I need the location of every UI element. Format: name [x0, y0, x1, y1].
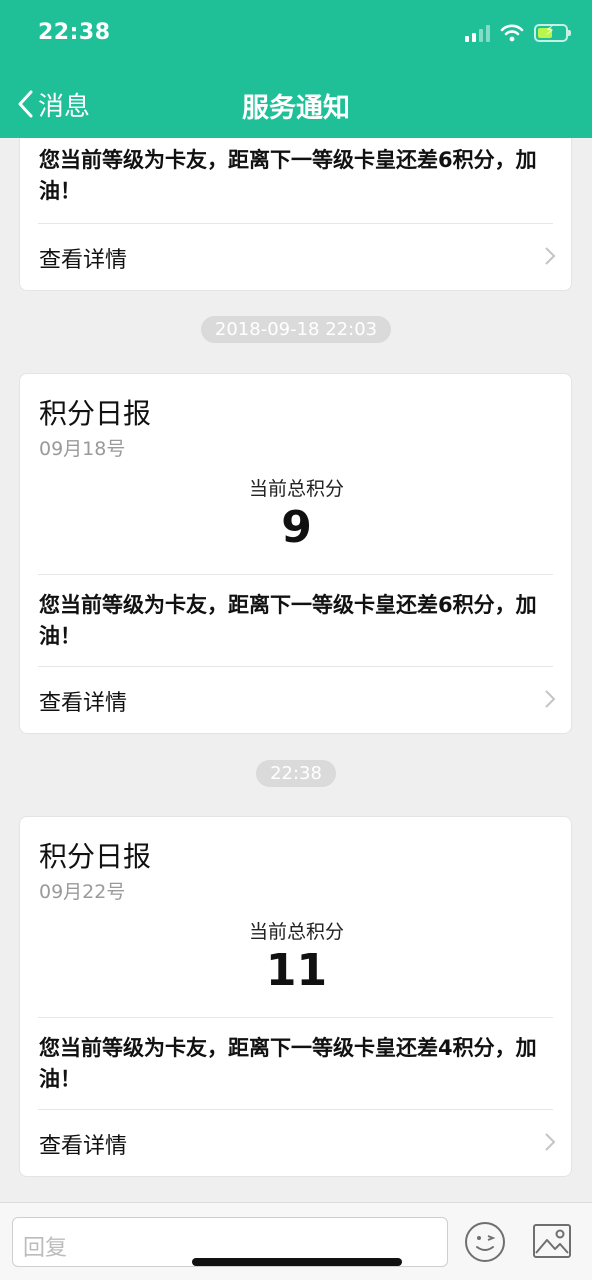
page-title: 服务通知 — [242, 93, 350, 124]
card-divider — [38, 574, 553, 575]
message-feed[interactable]: 您当前等级为卡友，距离下一等级卡皇还差6积分，加油！ 查看详情 2018-09-… — [0, 0, 592, 1202]
points-label: 当前总积分 — [248, 478, 344, 500]
points-label: 当前总积分 — [248, 921, 344, 943]
status-icons: ⚡ — [465, 23, 571, 42]
card-title: 积分日报 — [39, 840, 152, 873]
image-icon[interactable] — [532, 1223, 572, 1259]
cellular-signal-icon — [465, 24, 490, 42]
charging-bolt-icon: ⚡ — [545, 23, 555, 39]
timestamp-text: 2018-09-18 22:03 — [200, 316, 392, 343]
timestamp-text: 22:38 — [256, 760, 336, 787]
view-details-label: 查看详情 — [39, 691, 128, 716]
view-details-label: 查看详情 — [39, 248, 128, 273]
timestamp-pill: 22:38 — [0, 760, 592, 787]
points-value: 9 — [281, 502, 312, 553]
status-time: 22:38 — [38, 20, 111, 45]
chevron-right-icon — [545, 1133, 556, 1151]
message-card: 积分日报 09月18号 当前总积分 9 您当前等级为卡友，距离下一等级卡皇还差6… — [19, 373, 572, 734]
chevron-right-icon — [545, 247, 556, 265]
emoji-icon[interactable] — [464, 1221, 506, 1263]
card-divider — [38, 1017, 553, 1018]
input-bar: 回复 — [0, 1202, 592, 1280]
card-message: 您当前等级为卡友，距离下一等级卡皇还差4积分，加油！ — [39, 1036, 537, 1091]
card-title: 积分日报 — [39, 397, 152, 430]
view-details-button[interactable]: 查看详情 — [20, 667, 573, 731]
view-details-label: 查看详情 — [39, 1134, 128, 1159]
battery-icon: ⚡ — [534, 23, 571, 42]
wifi-icon — [500, 24, 524, 42]
view-details-button[interactable]: 查看详情 — [20, 224, 573, 288]
home-indicator[interactable] — [192, 1258, 402, 1266]
points-value: 11 — [265, 945, 328, 996]
screen: 您当前等级为卡友，距离下一等级卡皇还差6积分，加油！ 查看详情 2018-09-… — [0, 0, 592, 1280]
header: 22:38 ⚡ 消息 服务通知 — [0, 0, 592, 138]
view-details-button[interactable]: 查看详情 — [20, 1110, 573, 1174]
card-date: 09月22号 — [39, 881, 126, 903]
chevron-right-icon — [545, 690, 556, 708]
timestamp-pill: 2018-09-18 22:03 — [0, 316, 592, 343]
card-message: 您当前等级为卡友，距离下一等级卡皇还差6积分，加油！ — [39, 148, 537, 203]
card-date: 09月18号 — [39, 438, 126, 460]
card-message: 您当前等级为卡友，距离下一等级卡皇还差6积分，加油！ — [39, 593, 537, 648]
message-card: 积分日报 09月22号 当前总积分 11 您当前等级为卡友，距离下一等级卡皇还差… — [19, 816, 572, 1177]
